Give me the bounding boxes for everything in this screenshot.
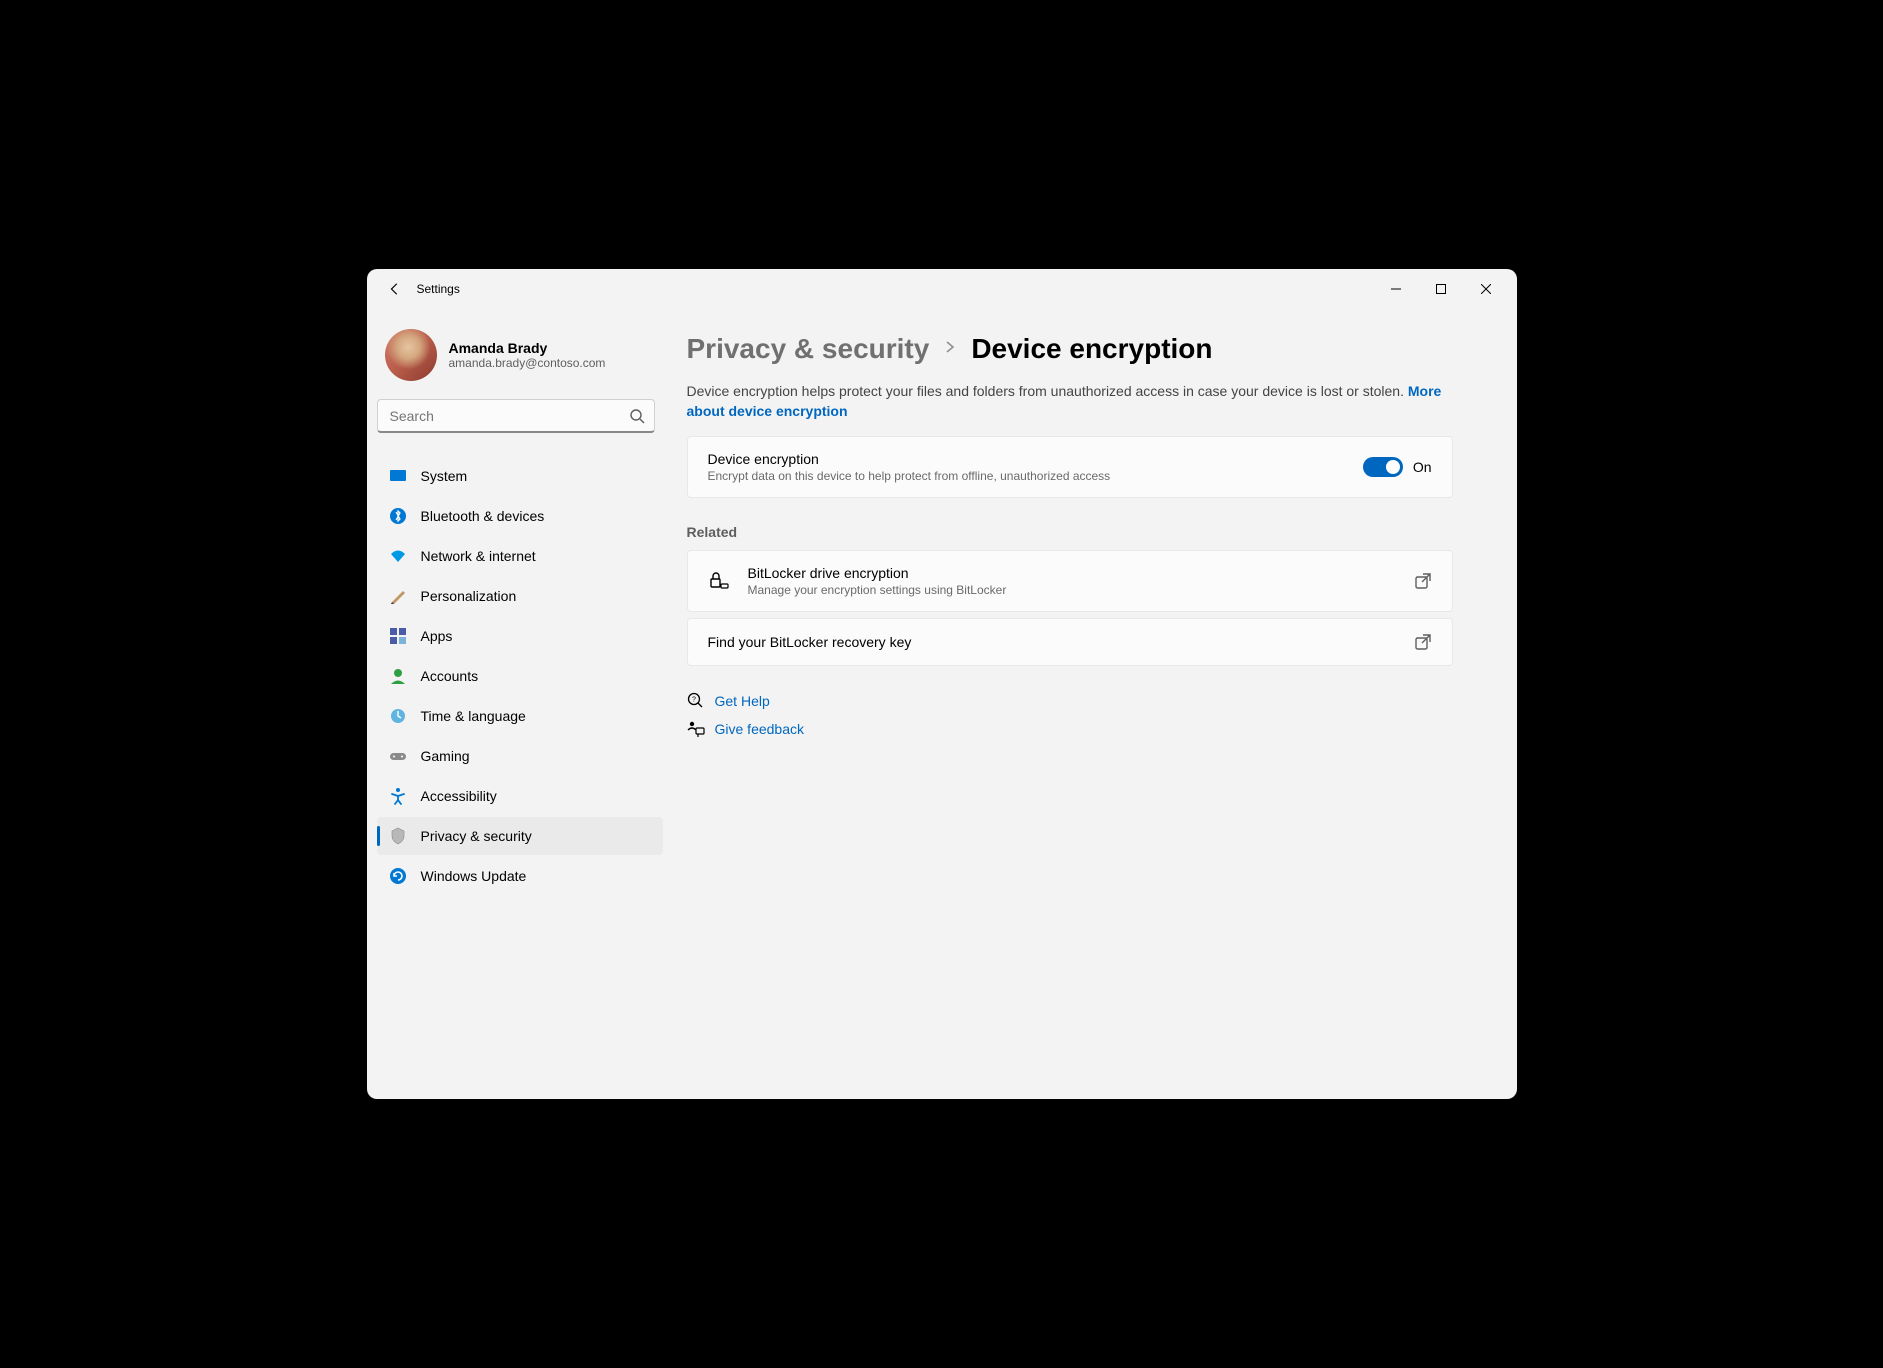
sidebar-item-label: Apps <box>421 628 453 644</box>
monitor-icon <box>389 467 407 485</box>
person-icon <box>389 667 407 685</box>
get-help-link[interactable]: ? Get Help <box>687 692 1453 710</box>
sidebar-item-label: Gaming <box>421 748 470 764</box>
sidebar-item-privacy-security[interactable]: Privacy & security <box>377 817 663 855</box>
sidebar-item-system[interactable]: System <box>377 457 663 495</box>
profile-block[interactable]: Amanda Brady amanda.brady@contoso.com <box>377 321 663 399</box>
sidebar-item-windows-update[interactable]: Windows Update <box>377 857 663 895</box>
close-button[interactable] <box>1464 273 1509 305</box>
update-icon <box>389 867 407 885</box>
card-title: Device encryption <box>708 451 1345 467</box>
sidebar-item-time-language[interactable]: Time & language <box>377 697 663 735</box>
titlebar: Settings <box>367 269 1517 309</box>
sidebar-item-label: Windows Update <box>421 868 527 884</box>
sidebar-item-network[interactable]: Network & internet <box>377 537 663 575</box>
sidebar-item-label: Bluetooth & devices <box>421 508 545 524</box>
gamepad-icon <box>389 747 407 765</box>
bluetooth-icon <box>389 507 407 525</box>
avatar <box>385 329 437 381</box>
sidebar-item-label: Accessibility <box>421 788 497 804</box>
settings-window: Settings Amanda Brady amanda.brady@conto… <box>367 269 1517 1099</box>
search-box <box>377 399 655 433</box>
encryption-toggle[interactable] <box>1363 457 1403 477</box>
maximize-icon <box>1436 284 1446 294</box>
sidebar-item-label: Time & language <box>421 708 526 724</box>
breadcrumb-section[interactable]: Privacy & security <box>687 333 930 365</box>
main-content: Privacy & security Device encryption Dev… <box>667 309 1517 1099</box>
related-heading: Related <box>687 524 1453 540</box>
minimize-icon <box>1391 284 1401 294</box>
bitlocker-card[interactable]: BitLocker drive encryption Manage your e… <box>687 550 1453 612</box>
sidebar-item-personalization[interactable]: Personalization <box>377 577 663 615</box>
svg-text:?: ? <box>692 696 696 703</box>
accessibility-icon <box>389 787 407 805</box>
sidebar-item-accounts[interactable]: Accounts <box>377 657 663 695</box>
page-description: Device encryption helps protect your fil… <box>687 381 1453 422</box>
search-input[interactable] <box>377 399 655 433</box>
help-icon: ? <box>687 692 705 710</box>
external-link-icon <box>1414 572 1432 590</box>
clock-globe-icon <box>389 707 407 725</box>
lock-drive-icon <box>708 570 730 592</box>
footer-links: ? Get Help Give feedback <box>687 692 1453 738</box>
sidebar-item-accessibility[interactable]: Accessibility <box>377 777 663 815</box>
nav: System Bluetooth & devices Network & int… <box>377 457 663 895</box>
sidebar-item-label: System <box>421 468 468 484</box>
device-encryption-card: Device encryption Encrypt data on this d… <box>687 436 1453 498</box>
feedback-icon <box>687 720 705 738</box>
sidebar-item-label: Personalization <box>421 588 517 604</box>
sidebar-item-bluetooth[interactable]: Bluetooth & devices <box>377 497 663 535</box>
profile-name: Amanda Brady <box>449 340 606 356</box>
back-button[interactable] <box>383 277 407 301</box>
give-feedback-link[interactable]: Give feedback <box>687 720 1453 738</box>
brush-icon <box>389 587 407 605</box>
chevron-right-icon <box>943 340 957 359</box>
external-link-icon <box>1414 633 1432 651</box>
wifi-icon <box>389 547 407 565</box>
maximize-button[interactable] <box>1419 273 1464 305</box>
sidebar-item-label: Accounts <box>421 668 479 684</box>
page-title: Device encryption <box>971 333 1212 365</box>
sidebar-item-apps[interactable]: Apps <box>377 617 663 655</box>
sidebar: Amanda Brady amanda.brady@contoso.com Sy… <box>367 309 667 1099</box>
arrow-left-icon <box>388 282 402 296</box>
profile-email: amanda.brady@contoso.com <box>449 356 606 370</box>
sidebar-item-label: Network & internet <box>421 548 536 564</box>
window-title: Settings <box>417 282 460 296</box>
search-icon <box>629 408 645 424</box>
sidebar-item-label: Privacy & security <box>421 828 532 844</box>
breadcrumb: Privacy & security Device encryption <box>687 333 1453 365</box>
card-title: Find your BitLocker recovery key <box>708 634 1396 650</box>
recovery-key-card[interactable]: Find your BitLocker recovery key <box>687 618 1453 666</box>
card-subtitle: Encrypt data on this device to help prot… <box>708 469 1345 483</box>
sidebar-item-gaming[interactable]: Gaming <box>377 737 663 775</box>
minimize-button[interactable] <box>1374 273 1419 305</box>
shield-icon <box>389 827 407 845</box>
card-title: BitLocker drive encryption <box>748 565 1396 581</box>
apps-icon <box>389 627 407 645</box>
card-subtitle: Manage your encryption settings using Bi… <box>748 583 1396 597</box>
close-icon <box>1481 284 1491 294</box>
toggle-state-label: On <box>1413 459 1432 475</box>
